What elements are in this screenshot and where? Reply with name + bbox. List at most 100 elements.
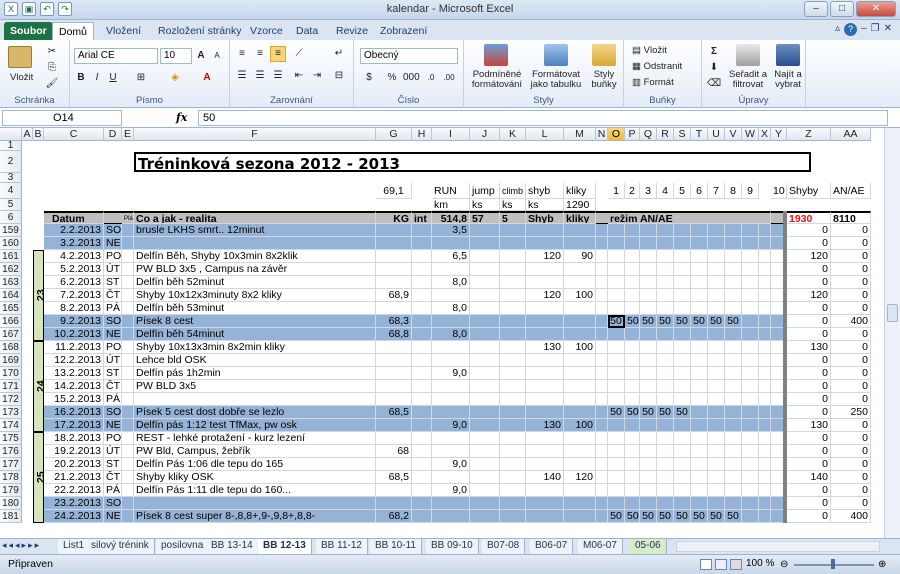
cell-route-number-9[interactable]: 9 xyxy=(742,183,759,199)
tab-home[interactable]: Domů xyxy=(52,22,95,40)
cell-route[interactable] xyxy=(608,367,625,380)
cell-route[interactable] xyxy=(759,302,771,315)
cell-kliky[interactable] xyxy=(564,302,596,315)
cell-route[interactable] xyxy=(608,328,625,341)
format-as-table-icon[interactable] xyxy=(544,44,568,66)
cell-route[interactable] xyxy=(657,367,674,380)
cell-shyb[interactable] xyxy=(526,237,564,250)
cell-day[interactable]: SO xyxy=(104,497,122,510)
cell-route[interactable] xyxy=(625,432,640,445)
cell-jump[interactable] xyxy=(470,354,500,367)
cell-shyb[interactable] xyxy=(526,276,564,289)
sheet-tab-8[interactable]: B07-08 xyxy=(482,539,526,554)
cell-route[interactable] xyxy=(725,432,742,445)
cell-shyb[interactable] xyxy=(526,510,564,523)
cell-run[interactable]: 9,0 xyxy=(432,484,470,497)
cell-shyby-sum-row[interactable]: 0 xyxy=(787,237,831,250)
cell-day[interactable]: ÚT xyxy=(104,445,122,458)
cell-route[interactable] xyxy=(625,237,640,250)
cell-plan[interactable] xyxy=(122,250,134,263)
cell-kliky[interactable] xyxy=(564,224,596,237)
merge-cells-icon[interactable]: ⊟ xyxy=(330,68,348,84)
cell-route[interactable] xyxy=(725,328,742,341)
cell-route[interactable] xyxy=(674,354,691,367)
cell-activity[interactable]: Písek 5 cest dost dobře se lezlo xyxy=(134,406,376,419)
cell-route[interactable] xyxy=(725,263,742,276)
cell-route[interactable] xyxy=(742,341,759,354)
cell-shyby-sum-row[interactable]: 0 xyxy=(787,510,831,523)
increase-decimal-icon[interactable]: .0 xyxy=(422,70,440,86)
cell-anae-sum-row[interactable]: 0 xyxy=(831,263,871,276)
cell-route[interactable] xyxy=(640,367,657,380)
cell-run[interactable] xyxy=(432,289,470,302)
cell-jump[interactable] xyxy=(470,497,500,510)
cell-kg[interactable] xyxy=(376,367,412,380)
cell-route[interactable] xyxy=(674,484,691,497)
cell-route[interactable] xyxy=(657,497,674,510)
page-layout-view-icon[interactable] xyxy=(715,559,727,570)
cell-route[interactable]: 50 xyxy=(691,315,708,328)
column-header-X[interactable]: X xyxy=(759,128,771,141)
sheet-tab-5[interactable]: BB 11-12 xyxy=(316,539,368,554)
align-middle-icon[interactable]: ≡ xyxy=(252,46,268,62)
insert-cells-button[interactable]: ▤ Vložit xyxy=(632,45,667,56)
cell-run[interactable]: 3,5 xyxy=(432,224,470,237)
cell-date[interactable]: 12.2.2013 xyxy=(44,354,104,367)
number-format-combo[interactable]: Obecný xyxy=(360,48,458,64)
cell-climb[interactable] xyxy=(500,289,526,302)
cell-climb-header[interactable]: climb xyxy=(500,183,526,199)
cell-day[interactable]: PO xyxy=(104,341,122,354)
cell-kliky[interactable] xyxy=(564,367,596,380)
row-header-170[interactable]: 170 xyxy=(0,367,22,380)
cell-activity[interactable]: Lehce bld OSK xyxy=(134,354,376,367)
cell-route[interactable] xyxy=(742,276,759,289)
cell-shyby-sum-row[interactable]: 120 xyxy=(787,289,831,302)
cell-jump[interactable] xyxy=(470,276,500,289)
cell-jump[interactable] xyxy=(470,315,500,328)
cell-activity-header[interactable]: Co a jak - realita xyxy=(134,211,376,224)
row-header-159[interactable]: 159 xyxy=(0,224,22,237)
cell-kliky[interactable] xyxy=(564,445,596,458)
cell-shyb[interactable] xyxy=(526,432,564,445)
cell-run[interactable]: 9,0 xyxy=(432,419,470,432)
row-header-179[interactable]: 179 xyxy=(0,484,22,497)
cell-route[interactable] xyxy=(725,484,742,497)
cell-route[interactable] xyxy=(691,471,708,484)
font-name-combo[interactable]: Arial CE xyxy=(74,48,158,64)
cell-route[interactable] xyxy=(625,263,640,276)
cell-shyb[interactable] xyxy=(526,458,564,471)
cell-styles-icon[interactable] xyxy=(592,44,616,66)
cell-route[interactable] xyxy=(640,263,657,276)
cell-activity[interactable]: REST - lehké protažení - kurz lezení xyxy=(134,432,376,445)
cell-climb[interactable] xyxy=(500,341,526,354)
cell-route[interactable] xyxy=(708,393,725,406)
cell-shyby-sum-row[interactable]: 140 xyxy=(787,471,831,484)
cell-route[interactable] xyxy=(596,224,608,237)
cell-int[interactable] xyxy=(412,302,432,315)
row-header-175[interactable]: 175 xyxy=(0,432,22,445)
cell-run[interactable] xyxy=(432,471,470,484)
cell-shyb[interactable] xyxy=(526,445,564,458)
sort-filter-label[interactable]: Seřadit a filtrovat xyxy=(726,70,770,90)
minimize-button[interactable]: – xyxy=(804,1,828,17)
cell-climb[interactable] xyxy=(500,393,526,406)
cell-route[interactable] xyxy=(691,328,708,341)
cell-date[interactable]: 4.2.2013 xyxy=(44,250,104,263)
cell-anae-sum-row[interactable]: 0 xyxy=(831,354,871,367)
cell-int[interactable] xyxy=(412,263,432,276)
cell-day[interactable]: PÁ xyxy=(104,393,122,406)
row-header-2[interactable]: 2 xyxy=(0,151,22,173)
cell-kliky[interactable]: 100 xyxy=(564,341,596,354)
cell-shyby-sum-row[interactable]: 0 xyxy=(787,367,831,380)
row-header-4[interactable]: 4 xyxy=(0,183,22,199)
cell-route-number-4[interactable]: 4 xyxy=(657,183,674,199)
cell-route[interactable] xyxy=(708,341,725,354)
cell-plan[interactable] xyxy=(122,497,134,510)
column-header-M[interactable]: M xyxy=(564,128,596,141)
cell-km-unit[interactable]: km xyxy=(432,199,470,211)
cell-route[interactable] xyxy=(691,224,708,237)
cell-shyby-sum-row[interactable]: 0 xyxy=(787,328,831,341)
cell-plan[interactable] xyxy=(122,471,134,484)
cell-climb[interactable] xyxy=(500,237,526,250)
align-bottom-icon[interactable]: ≡ xyxy=(270,46,286,62)
